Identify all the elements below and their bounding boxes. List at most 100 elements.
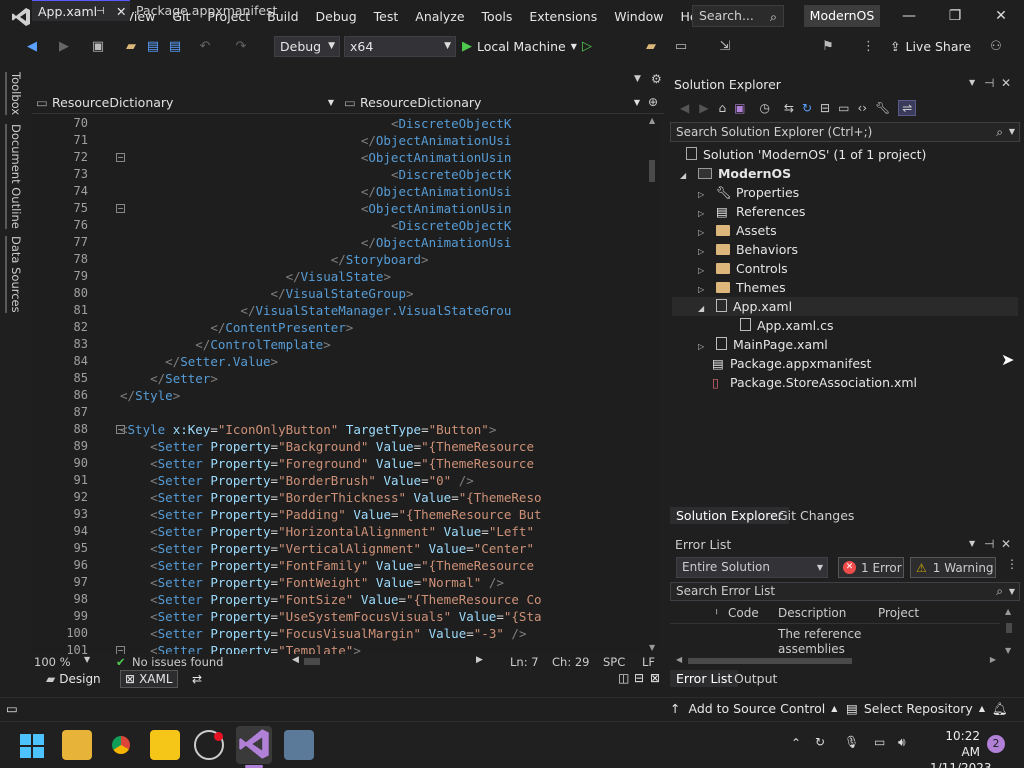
file-explorer-icon[interactable]: [62, 730, 92, 760]
toolbox-tab[interactable]: Toolbox: [5, 72, 23, 116]
warnings-filter-button[interactable]: ⚠ 1 Warning: [910, 557, 996, 578]
code-line[interactable]: </VisualStateGroup>: [120, 286, 414, 301]
menu-analyze[interactable]: Analyze: [407, 0, 473, 33]
code-line[interactable]: <Setter Property="UseSystemFocusVisuals"…: [120, 609, 541, 624]
network-icon[interactable]: ▭: [874, 735, 885, 749]
document-outline-tab[interactable]: Document Outline: [5, 124, 23, 229]
settings-gear-icon[interactable]: ⚙: [651, 72, 662, 86]
code-line[interactable]: <Setter Property="Background" Value="{Th…: [120, 439, 534, 454]
tree-item-themes[interactable]: ▷ Themes: [698, 278, 786, 297]
chevron-down-icon[interactable]: ▼: [969, 78, 975, 87]
clock[interactable]: 10:22 AM 1/11/2023: [930, 728, 992, 768]
refresh-icon[interactable]: ↻: [802, 101, 812, 115]
expanded-arrow-icon[interactable]: ◢: [698, 299, 712, 318]
code-line[interactable]: <Setter Property="Padding" Value="{Theme…: [120, 507, 541, 522]
back-icon[interactable]: ◀: [22, 33, 42, 60]
code-line[interactable]: </Storyboard>: [120, 252, 429, 267]
nav-left-combo[interactable]: ▭ ResourceDictionary ▼: [32, 93, 338, 113]
code-line[interactable]: </Style>: [120, 388, 180, 403]
restore-icon[interactable]: ❐: [932, 0, 978, 33]
error-row-description[interactable]: The reference assemblies: [778, 627, 874, 655]
preview-selected-icon[interactable]: ⇌: [898, 100, 917, 116]
split-editor-icon[interactable]: ⊕: [648, 95, 658, 109]
code-line[interactable]: </VisualStateManager.VisualStateGrou: [120, 303, 511, 318]
code-line[interactable]: </Setter>: [120, 371, 218, 386]
tree-item-properties[interactable]: ▷ 🔧︎ Properties: [698, 183, 799, 202]
add-to-source-control-button[interactable]: ↑ Add to Source Control ▲: [670, 701, 837, 716]
zoom-level[interactable]: 100 %: [34, 655, 71, 669]
show-hidden-icons-icon[interactable]: ⌃: [791, 736, 801, 750]
code-line[interactable]: <Style x:Key="IconOnlyButton" TargetType…: [120, 422, 496, 437]
menu-debug[interactable]: Debug: [307, 0, 365, 33]
tree-item-app-xaml-cs[interactable]: App.xaml.cs: [740, 316, 833, 335]
switch-views-icon[interactable]: ▣: [734, 101, 745, 115]
tree-item-mainpage[interactable]: ▷ MainPage.xaml: [698, 335, 828, 354]
code-line[interactable]: <Setter Property="HorizontalAlignment" V…: [120, 524, 534, 539]
design-tab[interactable]: ▰ Design: [46, 672, 101, 686]
global-search-box[interactable]: Search... ⌕: [692, 5, 784, 27]
solution-name-badge[interactable]: ModernOS: [804, 5, 880, 27]
errors-filter-button[interactable]: ✕ 1 Error: [838, 557, 904, 578]
tree-item-app-xaml[interactable]: ◢ App.xaml: [672, 297, 1018, 316]
tree-item-store-association[interactable]: ▯ Package.StoreAssociation.xml: [712, 373, 917, 392]
code-line[interactable]: </ObjectAnimationUsi: [120, 235, 512, 250]
error-list-vertical-scrollbar[interactable]: ▲ ▼: [1002, 605, 1016, 655]
pin-icon[interactable]: ⊣: [96, 1, 105, 22]
code-line[interactable]: <Setter Property="FontFamily" Value="{Th…: [120, 558, 534, 573]
tab-error-list[interactable]: Error List: [670, 670, 739, 687]
issues-status[interactable]: No issues found: [132, 655, 223, 669]
microphone-icon[interactable]: 🎙︎: [844, 735, 859, 749]
horizontal-split-icon[interactable]: ◫: [618, 671, 629, 685]
sort-icon[interactable]: ╷: [714, 605, 719, 615]
run-button[interactable]: ▶ Local Machine ▼: [462, 33, 577, 60]
tree-item-behaviors[interactable]: ▷ Behaviors: [698, 240, 798, 259]
code-line[interactable]: </VisualState>: [120, 269, 391, 284]
horizontal-scroll-thumb[interactable]: [304, 658, 320, 665]
redo-icon[interactable]: ↷: [232, 33, 250, 60]
code-line[interactable]: <Setter Property="FontSize" Value="{Them…: [120, 592, 541, 607]
open-folder-icon[interactable]: ▰: [122, 33, 140, 60]
media-player-icon[interactable]: [150, 730, 180, 760]
layout-icon[interactable]: ▭: [672, 33, 690, 60]
menu-window[interactable]: Window: [606, 0, 672, 33]
config-select[interactable]: Debug ▼: [274, 36, 340, 57]
tree-item-controls[interactable]: ▷ Controls: [698, 259, 788, 278]
tree-item-assets[interactable]: ▷ Assets: [698, 221, 777, 240]
code-line[interactable]: <Setter Property="BorderBrush" Value="0"…: [120, 473, 474, 488]
sync-tray-icon[interactable]: ↻: [815, 735, 825, 749]
tab-list-dropdown-icon[interactable]: ▼: [634, 74, 641, 84]
close-window-icon[interactable]: ✕: [978, 0, 1024, 33]
menu-extensions[interactable]: Extensions: [521, 0, 606, 33]
code-line[interactable]: <DiscreteObjectK: [120, 116, 511, 131]
bell-icon[interactable]: 🔔︎: [992, 701, 1008, 717]
undo-icon[interactable]: ↶: [196, 33, 214, 60]
tree-item-manifest[interactable]: ▤ Package.appxmanifest: [712, 354, 871, 373]
data-sources-tab[interactable]: Data Sources: [5, 236, 23, 313]
close-panel-icon[interactable]: ✕: [1001, 537, 1011, 551]
error-list-search[interactable]: Search Error List ⌕ ▼: [670, 582, 1020, 601]
notifications-outline-icon[interactable]: ▭: [6, 701, 18, 716]
collapse-pane-icon[interactable]: ⊠: [650, 671, 660, 685]
code-line[interactable]: </ObjectAnimationUsi: [120, 184, 512, 199]
show-all-files-icon[interactable]: ▭: [838, 101, 849, 115]
solution-explorer-search[interactable]: Search Solution Explorer (Ctrl+;) ⌕ ▼: [670, 122, 1020, 142]
tree-item-references[interactable]: ▷ ▤ References: [698, 202, 805, 221]
column-code[interactable]: Code: [728, 606, 759, 620]
pin-icon[interactable]: ⊣: [984, 76, 994, 90]
forward-icon[interactable]: ▶: [699, 101, 708, 115]
code-line[interactable]: <Setter Property="Foreground" Value="{Th…: [120, 456, 534, 471]
xaml-tab[interactable]: ⊠ XAML: [120, 670, 178, 688]
line-ending-indicator[interactable]: LF: [642, 655, 655, 669]
code-editor[interactable]: 70 <DiscreteObjectK 71 </ObjectAnimationU…: [32, 114, 644, 654]
menu-tools[interactable]: Tools: [473, 0, 521, 33]
expanded-arrow-icon[interactable]: ◢: [680, 166, 694, 185]
close-tab-icon[interactable]: ✕: [116, 1, 126, 22]
collapsed-arrow-icon[interactable]: ▷: [698, 337, 712, 356]
column-description[interactable]: Description: [778, 606, 846, 620]
code-line[interactable]: <ObjectAnimationUsin: [120, 201, 512, 216]
pin-icon[interactable]: ⊣: [984, 537, 994, 551]
app-installer-icon[interactable]: [284, 730, 314, 760]
tab-package-appxmanifest[interactable]: Package.appxmanifest: [130, 0, 277, 21]
open-file-icon[interactable]: ▰: [642, 33, 660, 60]
whitespace-indicator[interactable]: SPC: [603, 655, 625, 669]
